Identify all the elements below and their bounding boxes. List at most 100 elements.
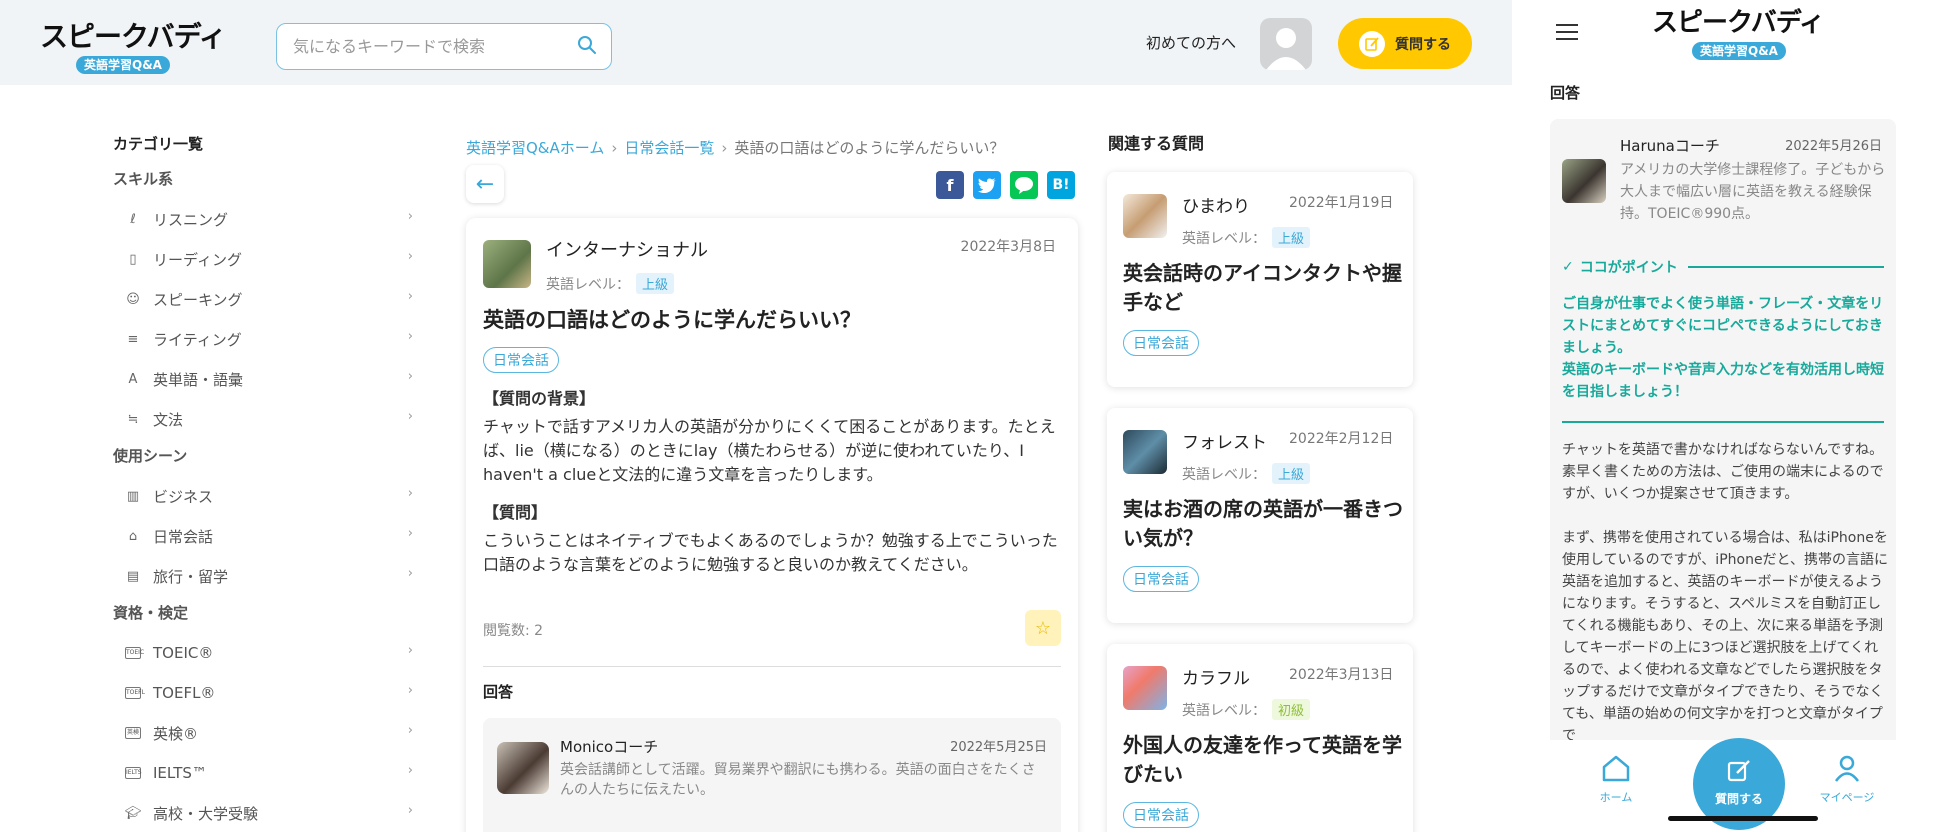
answer-section-title: 回答 [483,683,514,701]
hamburger-menu-icon[interactable] [1556,24,1578,45]
sidebar-item-label: 英単語・語彙 [153,370,244,389]
chevron-right-icon: › [407,329,413,344]
sidebar-item-toeic[interactable]: TOEIC TOEIC® › [113,633,413,673]
sidebar-item-label: 英検® [153,724,199,743]
sidebar-item-speaking[interactable]: ☺ スピーキング › [113,279,413,319]
hatena-bookmark-icon[interactable]: B! [1047,171,1075,199]
sidebar-item-label: TOEFL® [153,684,216,702]
sidebar-item-label: 旅行・留学 [153,567,229,586]
answer-body: チャットを英語で書かなければならないんですね。素早く書くための方法は、ご使用の端… [1562,439,1892,769]
chevron-right-icon: › [407,209,413,224]
related-username: カラフル [1182,669,1250,689]
category-sidebar: カテゴリ一覧 スキル系 ℓ リスニング › ▯ リーディング › ☺ スピーキング › ≡ ラ… [113,133,413,832]
mobile-view: スピークバディ 英語学習Q&A 回答 Harunaコーチ 2022年5月26日 … [1530,0,1950,832]
toeic-icon: TOEIC [123,647,144,659]
chevron-right-icon: › [407,643,413,658]
sidebar-item-eiken[interactable]: 英検 英検® › [113,713,413,753]
related-question-title: 実はお酒の席の英語が一番きつい気が？ [1123,497,1403,550]
sidebar-item-label: リーディング [153,250,242,269]
coach-bio: 英会話講師として活躍。貿易業界や翻訳にも携わる。英語の面白さをたくさんの人たちに… [560,762,1036,798]
breadcrumb-separator-icon: › [611,139,618,157]
related-question-card[interactable]: ひまわり 2022年1月19日 英語レベル： 上級 英会話時のアイコンタクトや握手… [1107,172,1413,387]
facebook-share-icon[interactable]: f [936,171,964,199]
mobile-header: スピークバディ 英語学習Q&A [1530,0,1950,68]
breadcrumb-separator-icon: › [721,139,728,157]
answer-paragraph: チャットを英語で書かなければならないんですね。素早く書くための方法は、ご使用の端… [1562,442,1884,502]
vocabulary-icon: A [128,371,138,387]
chevron-right-icon: › [407,723,413,738]
mobile-answer-card: Harunaコーチ 2022年5月26日 アメリカの大学修士課程修了。子どもから… [1550,119,1896,832]
divider [1562,421,1884,423]
sidebar-item-grammar[interactable]: ≒ 文法 › [113,399,413,439]
related-question-card[interactable]: フォレスト 2022年2月12日 英語レベル： 上級 実はお酒の席の英語が一番きつ… [1107,408,1413,623]
back-arrow-button[interactable]: ← [466,165,504,203]
sidebar-group-scenes: 使用シーン [113,447,188,465]
sidebar-item-toefl[interactable]: TOEFL TOEFL® › [113,673,413,713]
related-date: 2022年1月19日 [1289,195,1394,211]
chevron-right-icon: › [407,763,413,778]
level-badge: 上級 [1272,227,1311,248]
twitter-share-icon[interactable] [973,171,1001,199]
sidebar-item-reading[interactable]: ▯ リーディング › [113,239,413,279]
sidebar-item-daily-conversation[interactable]: ⌂ 日常会話 › [113,516,413,556]
toefl-icon: TOEFL [123,687,145,699]
breadcrumb-category-link[interactable]: 日常会話一覧 [624,139,714,157]
ask-question-button[interactable]: 質問する [1338,18,1472,69]
edit-icon [1359,30,1385,57]
related-username: フォレスト [1182,433,1267,453]
sidebar-item-ielts[interactable]: IELTS IELTS™ › [113,753,413,793]
chevron-right-icon: › [407,803,413,818]
question-body: 【質問の背景】 チャットで話すアメリカ人の英語が分かりにくくて困ることがあります… [483,387,1063,591]
edit-icon [1693,758,1785,790]
related-username: ひまわり [1182,197,1250,217]
nav-mypage[interactable]: マイページ [1817,754,1877,805]
sidebar-title: カテゴリ一覧 [113,135,204,153]
related-question-card[interactable]: カラフル 2022年3月13日 英語レベル： 初級 外国人の友達を作って英語を学び… [1107,644,1413,832]
search-input[interactable] [293,37,577,56]
question-date: 2022年3月8日 [960,239,1056,255]
arrow-left-icon: ← [475,171,495,197]
nav-home[interactable]: ホーム [1586,754,1646,805]
search-box [276,23,612,70]
category-tag[interactable]: 日常会話 [1123,330,1199,356]
luggage-icon: ▤ [126,568,140,584]
breadcrumb-home-link[interactable]: 英語学習Q&Aホーム [466,139,604,157]
sidebar-item-writing[interactable]: ≡ ライティング › [113,319,413,359]
question-user-avatar [483,240,531,288]
breadcrumb: 英語学習Q&Aホーム › 日常会話一覧 › 英語の口語はどのように学んだらいい？ [466,137,1004,158]
check-icon: ✓ [1562,259,1574,275]
sidebar-item-business[interactable]: ▥ ビジネス › [113,476,413,516]
sidebar-item-label: 文法 [153,410,184,429]
point-text: ご自身が仕事でよく使う単語・フレーズ・文章をリストにまとめてすぐにコピペできるよ… [1562,296,1884,400]
chevron-right-icon: › [407,526,413,541]
logo-sub-badge: 英語学習Q&A [1692,42,1786,60]
coach-avatar [1562,159,1606,203]
category-tag[interactable]: 日常会話 [1123,802,1199,828]
related-user-avatar [1123,430,1167,474]
sidebar-item-label: ビジネス [153,487,214,506]
favorite-star-button[interactable]: ☆ [1025,610,1061,646]
sidebar-item-listening[interactable]: ℓ リスニング › [113,199,413,239]
question-username: インターナショナル [546,240,708,261]
coach-name: Harunaコーチ [1620,137,1720,155]
question-card: インターナショナル 英語レベル： 上級 2022年3月8日 英語の口語はどのように… [466,218,1078,832]
first-time-link[interactable]: 初めての方へ [1146,32,1236,53]
related-question-title: 外国人の友達を作って英語を学びたい [1123,733,1402,786]
answer-date: 2022年5月25日 [950,740,1047,755]
question-level: 英語レベル： 上級 [546,273,675,294]
user-avatar-icon[interactable] [1260,18,1312,70]
sidebar-item-vocabulary[interactable]: A 英単語・語彙 › [113,359,413,399]
search-icon[interactable] [577,35,597,59]
mobile-logo[interactable]: スピークバディ 英語学習Q&A [1652,6,1852,60]
related-question-title: 英会話時のアイコンタクトや握手など [1123,261,1402,314]
sidebar-item-label: 高校・大学受験 [153,804,259,823]
site-logo[interactable]: スピークバディ 英語学習Q&A [40,20,227,74]
category-tag[interactable]: 日常会話 [1123,566,1199,592]
share-buttons: f B! [936,171,1075,199]
line-share-icon[interactable] [1010,171,1038,199]
category-tag[interactable]: 日常会話 [483,347,559,373]
sidebar-item-exam[interactable]: 🎓︎ 高校・大学受験 › [113,793,413,832]
sidebar-item-travel[interactable]: ▤ 旅行・留学 › [113,556,413,596]
home-icon [1586,754,1646,789]
user-icon [1817,754,1877,789]
